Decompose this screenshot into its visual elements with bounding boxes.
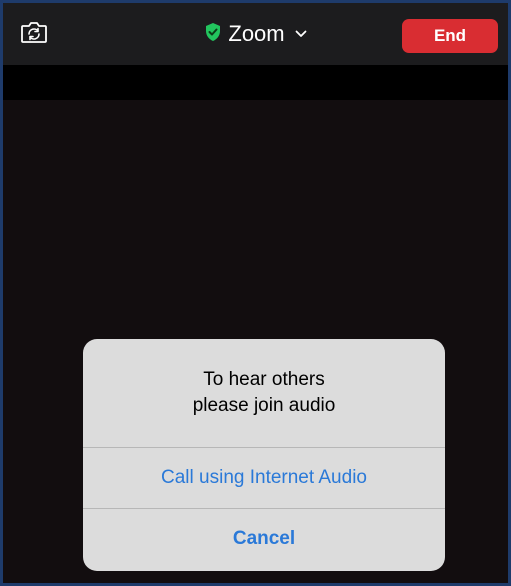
dialog-message-line-2: please join audio (192, 395, 336, 416)
cancel-button[interactable]: Cancel (83, 509, 445, 569)
top-bar: Zoom End (3, 3, 508, 65)
dialog-message: To hear others please join audio (83, 339, 445, 448)
dialog-message-line-1: To hear others (203, 369, 325, 390)
meeting-title-button[interactable]: Zoom (204, 21, 307, 47)
switch-camera-button[interactable] (16, 17, 52, 51)
shield-check-icon (204, 22, 222, 47)
call-internet-audio-button[interactable]: Call using Internet Audio (83, 448, 445, 509)
app-frame: Zoom End To hear others please join audi… (0, 0, 511, 586)
join-audio-dialog: To hear others please join audio Call us… (83, 339, 445, 571)
meeting-title: Zoom (228, 21, 285, 46)
chevron-down-icon (295, 25, 307, 41)
camera-switch-icon (19, 18, 49, 51)
end-meeting-button[interactable]: End (402, 19, 498, 53)
top-spacer (3, 65, 508, 100)
